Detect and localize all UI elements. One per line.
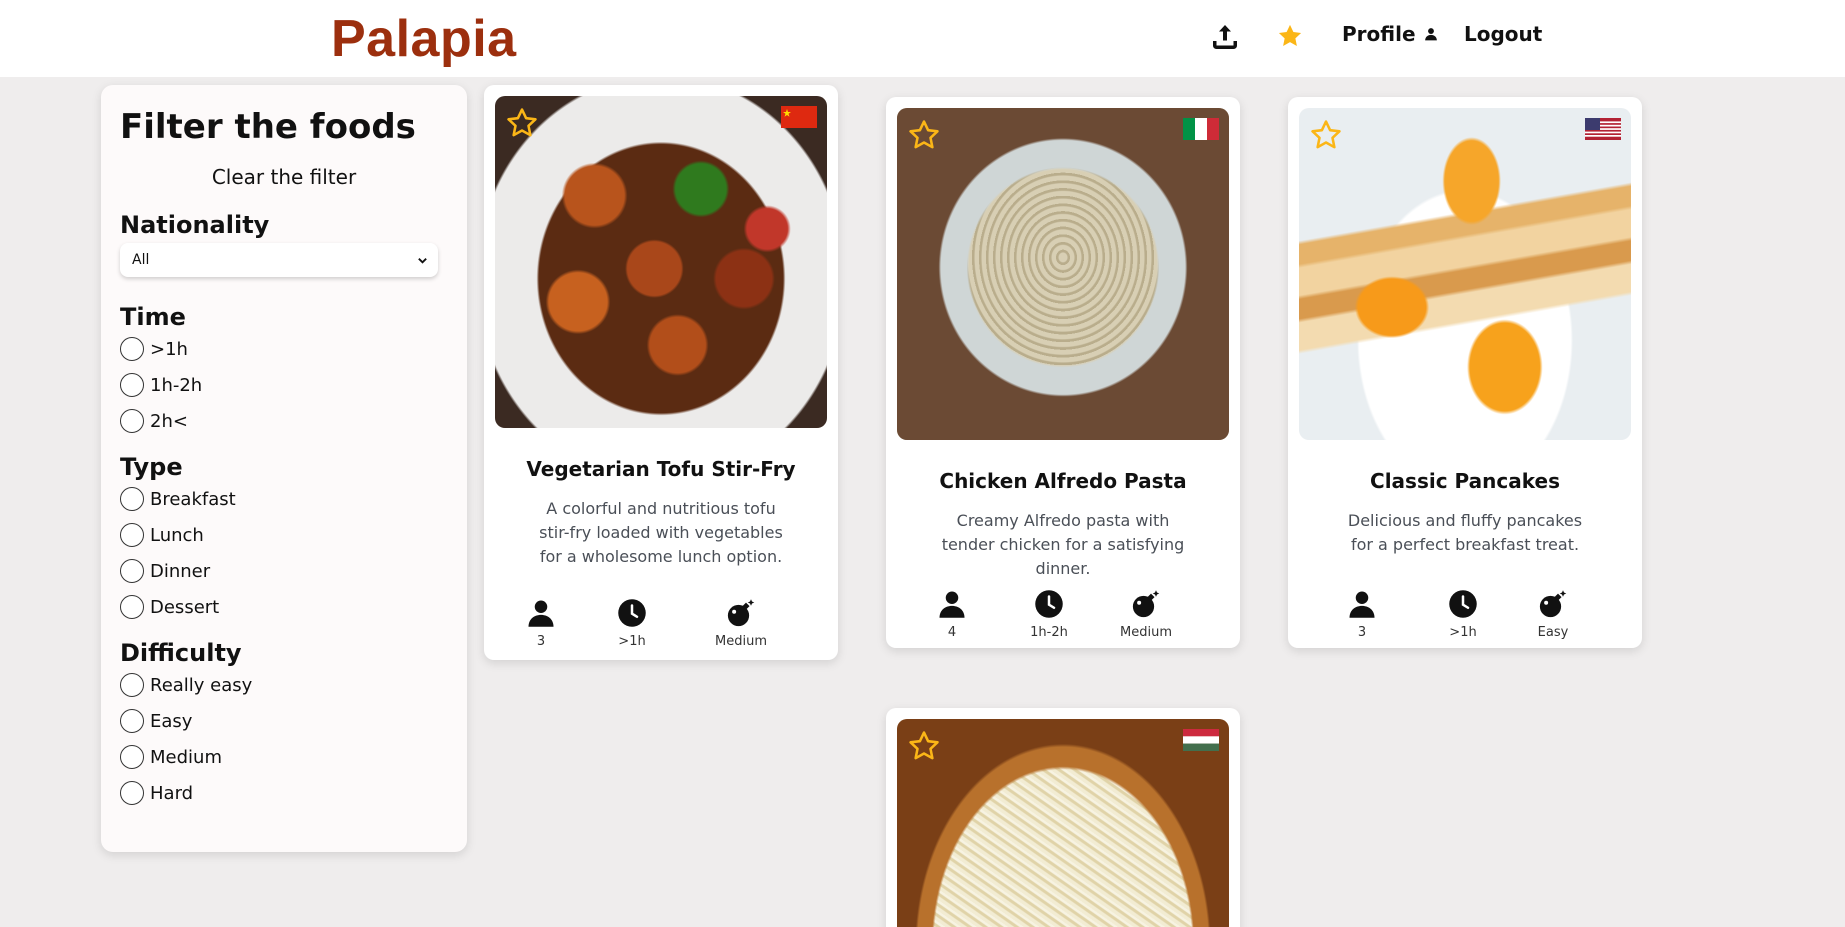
clear-filter-button[interactable]: Clear the filter <box>120 165 448 189</box>
user-icon <box>1424 27 1438 41</box>
difficulty-options: Really easy Easy Medium Hard <box>120 667 448 811</box>
upload-icon[interactable] <box>1210 22 1240 52</box>
italy-flag-icon <box>1183 118 1219 140</box>
favorite-star-icon[interactable] <box>505 106 539 140</box>
radio-button[interactable] <box>120 409 144 433</box>
profile-label: Profile <box>1342 22 1416 46</box>
difficulty-stat: Medium <box>1101 589 1191 640</box>
recipe-image[interactable] <box>1299 108 1631 440</box>
favorite-star-icon[interactable] <box>907 118 941 152</box>
recipe-card[interactable] <box>886 708 1240 927</box>
china-flag-icon <box>781 106 817 128</box>
difficulty-heading: Difficulty <box>120 639 242 667</box>
radio-button[interactable] <box>120 673 144 697</box>
difficulty-stat: Medium <box>696 598 786 649</box>
plate-overlay <box>897 108 1229 440</box>
recipe-card[interactable]: Chicken Alfredo Pasta Creamy Alfredo pas… <box>886 97 1240 648</box>
nationality-select[interactable]: All <box>120 243 438 277</box>
radio-button[interactable] <box>120 337 144 361</box>
difficulty-option[interactable]: Really easy <box>120 667 448 703</box>
servings-stat: 4 <box>907 589 997 640</box>
top-navbar: Palapia Profile Logout <box>0 0 1845 77</box>
profile-link[interactable]: Profile <box>1342 22 1438 46</box>
type-option[interactable]: Lunch <box>120 517 448 553</box>
clock-icon <box>617 598 647 628</box>
type-option[interactable]: Dessert <box>120 589 448 625</box>
radio-button[interactable] <box>120 373 144 397</box>
recipe-title: Classic Pancakes <box>1370 469 1560 493</box>
type-heading: Type <box>120 453 183 481</box>
recipe-card[interactable]: Vegetarian Tofu Stir-Fry A colorful and … <box>484 85 838 660</box>
logout-link[interactable]: Logout <box>1464 22 1542 46</box>
recipe-description: Creamy Alfredo pasta with tender chicken… <box>941 511 1185 578</box>
chevron-down-icon <box>418 257 427 264</box>
recipe-description: Delicious and fluffy pancakes for a perf… <box>1347 511 1583 554</box>
radio-button[interactable] <box>120 559 144 583</box>
favorite-star-icon[interactable] <box>1309 118 1343 152</box>
time-option[interactable]: 2h< <box>120 403 448 439</box>
recipe-image[interactable] <box>897 108 1229 440</box>
clock-icon <box>1034 589 1064 619</box>
difficulty-option[interactable]: Hard <box>120 775 448 811</box>
radio-button[interactable] <box>120 523 144 547</box>
servings-stat: 3 <box>496 598 586 649</box>
time-heading: Time <box>120 303 186 331</box>
difficulty-stat: Easy <box>1508 589 1598 640</box>
bomb-icon <box>1131 589 1161 619</box>
app-logo[interactable]: Palapia <box>331 9 517 69</box>
radio-button[interactable] <box>120 781 144 805</box>
time-stat: >1h <box>1418 589 1508 640</box>
time-stat: >1h <box>587 598 677 649</box>
radio-button[interactable] <box>120 595 144 619</box>
time-option[interactable]: 1h-2h <box>120 367 448 403</box>
hungary-flag-icon <box>1183 729 1219 751</box>
radio-button[interactable] <box>120 487 144 511</box>
servings-stat: 3 <box>1317 589 1407 640</box>
type-options: Breakfast Lunch Dinner Dessert <box>120 481 448 625</box>
nationality-selected-value: All <box>132 252 150 268</box>
type-option[interactable]: Dinner <box>120 553 448 589</box>
time-option[interactable]: >1h <box>120 331 448 367</box>
recipe-image[interactable] <box>495 96 827 428</box>
person-icon <box>1347 589 1377 619</box>
bread-edge-overlay <box>897 719 1229 927</box>
time-options: >1h 1h-2h 2h< <box>120 331 448 439</box>
person-icon <box>526 598 556 628</box>
person-icon <box>937 589 967 619</box>
favorite-star-icon[interactable] <box>907 729 941 763</box>
clock-icon <box>1448 589 1478 619</box>
recipe-description: A colorful and nutritious tofu stir-fry … <box>539 499 783 566</box>
favorites-star-icon[interactable] <box>1276 22 1304 50</box>
recipe-image[interactable] <box>897 719 1229 927</box>
nationality-heading: Nationality <box>120 211 270 239</box>
type-option[interactable]: Breakfast <box>120 481 448 517</box>
recipe-title: Vegetarian Tofu Stir-Fry <box>526 457 796 481</box>
time-stat: 1h-2h <box>1004 589 1094 640</box>
bomb-icon <box>726 598 756 628</box>
recipe-title: Chicken Alfredo Pasta <box>939 469 1187 493</box>
difficulty-option[interactable]: Medium <box>120 739 448 775</box>
difficulty-option[interactable]: Easy <box>120 703 448 739</box>
bomb-icon <box>1538 589 1568 619</box>
usa-flag-icon <box>1585 118 1621 140</box>
radio-button[interactable] <box>120 745 144 769</box>
recipe-card[interactable]: Classic Pancakes Delicious and fluffy pa… <box>1288 97 1642 648</box>
filter-title: Filter the foods <box>120 107 416 147</box>
radio-button[interactable] <box>120 709 144 733</box>
filter-sidebar: Filter the foods Clear the filter Nation… <box>101 85 467 852</box>
